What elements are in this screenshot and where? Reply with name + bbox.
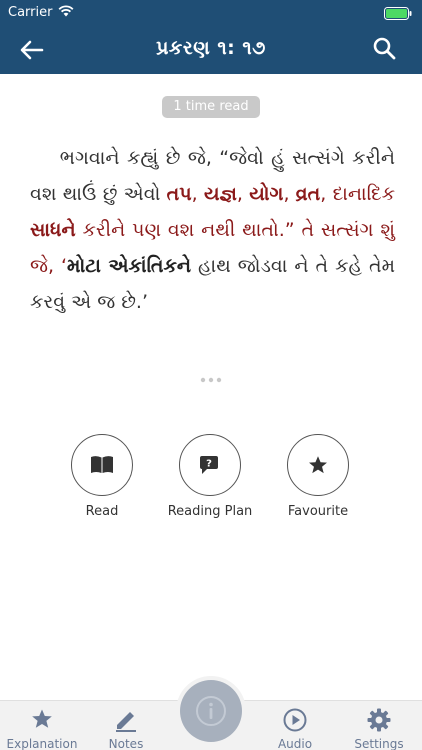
verse-keyword: યજ્ઞ xyxy=(203,183,237,205)
tab-label: Notes xyxy=(108,737,144,750)
play-icon xyxy=(283,708,307,732)
reading-plan-icon: ? xyxy=(200,456,218,474)
verse-keyword: યોગ xyxy=(249,183,284,205)
tab-label: Audio xyxy=(277,737,313,750)
verse-text: ભગવાને કહ્યું છે જે, “જેવો હું સત્સંગે ક… xyxy=(30,140,395,320)
favourite-label: Favourite xyxy=(287,504,349,519)
nav-bar: પ્રકરણ ૧: ૧૭ xyxy=(0,26,422,74)
read-button[interactable] xyxy=(71,434,133,496)
verse-keyword: સાધને xyxy=(30,219,76,241)
verse-part: , દાનાદિક xyxy=(320,183,395,205)
tab-notes[interactable]: Notes xyxy=(84,701,168,750)
info-icon xyxy=(196,696,226,726)
verse-keyword: તપ xyxy=(166,183,192,205)
star-icon xyxy=(32,709,52,728)
verse-keyword: વ્રત xyxy=(295,183,321,205)
status-bar: Carrier xyxy=(0,0,422,26)
reading-plan-button[interactable]: ? xyxy=(179,434,241,496)
verse-sep: , xyxy=(283,183,296,205)
more-dots-icon[interactable] xyxy=(199,375,223,385)
tab-label: Settings xyxy=(354,737,404,750)
star-icon xyxy=(309,456,327,474)
info-button[interactable] xyxy=(180,680,242,742)
read-count-badge: 1 time read xyxy=(162,96,260,118)
verse-sep: , xyxy=(236,183,250,205)
search-icon xyxy=(373,37,396,60)
read-label: Read xyxy=(85,504,119,519)
verse-keyword: મોટા એકાંતિકને xyxy=(67,255,192,277)
wifi-icon xyxy=(58,5,74,17)
reading-plan-label: Reading Plan xyxy=(167,504,253,519)
battery-icon xyxy=(384,7,412,20)
verse-sep: , xyxy=(191,183,204,205)
tab-audio[interactable]: Audio xyxy=(253,701,337,750)
carrier-label: Carrier xyxy=(8,5,53,20)
tab-settings[interactable]: Settings xyxy=(337,701,421,750)
page-title: પ્રકરણ ૧: ૧૭ xyxy=(156,37,266,59)
tab-label: Explanation xyxy=(6,737,78,750)
tab-explanation[interactable]: Explanation xyxy=(0,701,84,750)
svg-text:?: ? xyxy=(206,459,212,470)
search-button[interactable] xyxy=(372,36,400,64)
pencil-icon xyxy=(116,712,136,732)
gear-icon xyxy=(367,708,391,732)
favourite-button[interactable] xyxy=(287,434,349,496)
book-icon xyxy=(91,456,113,473)
